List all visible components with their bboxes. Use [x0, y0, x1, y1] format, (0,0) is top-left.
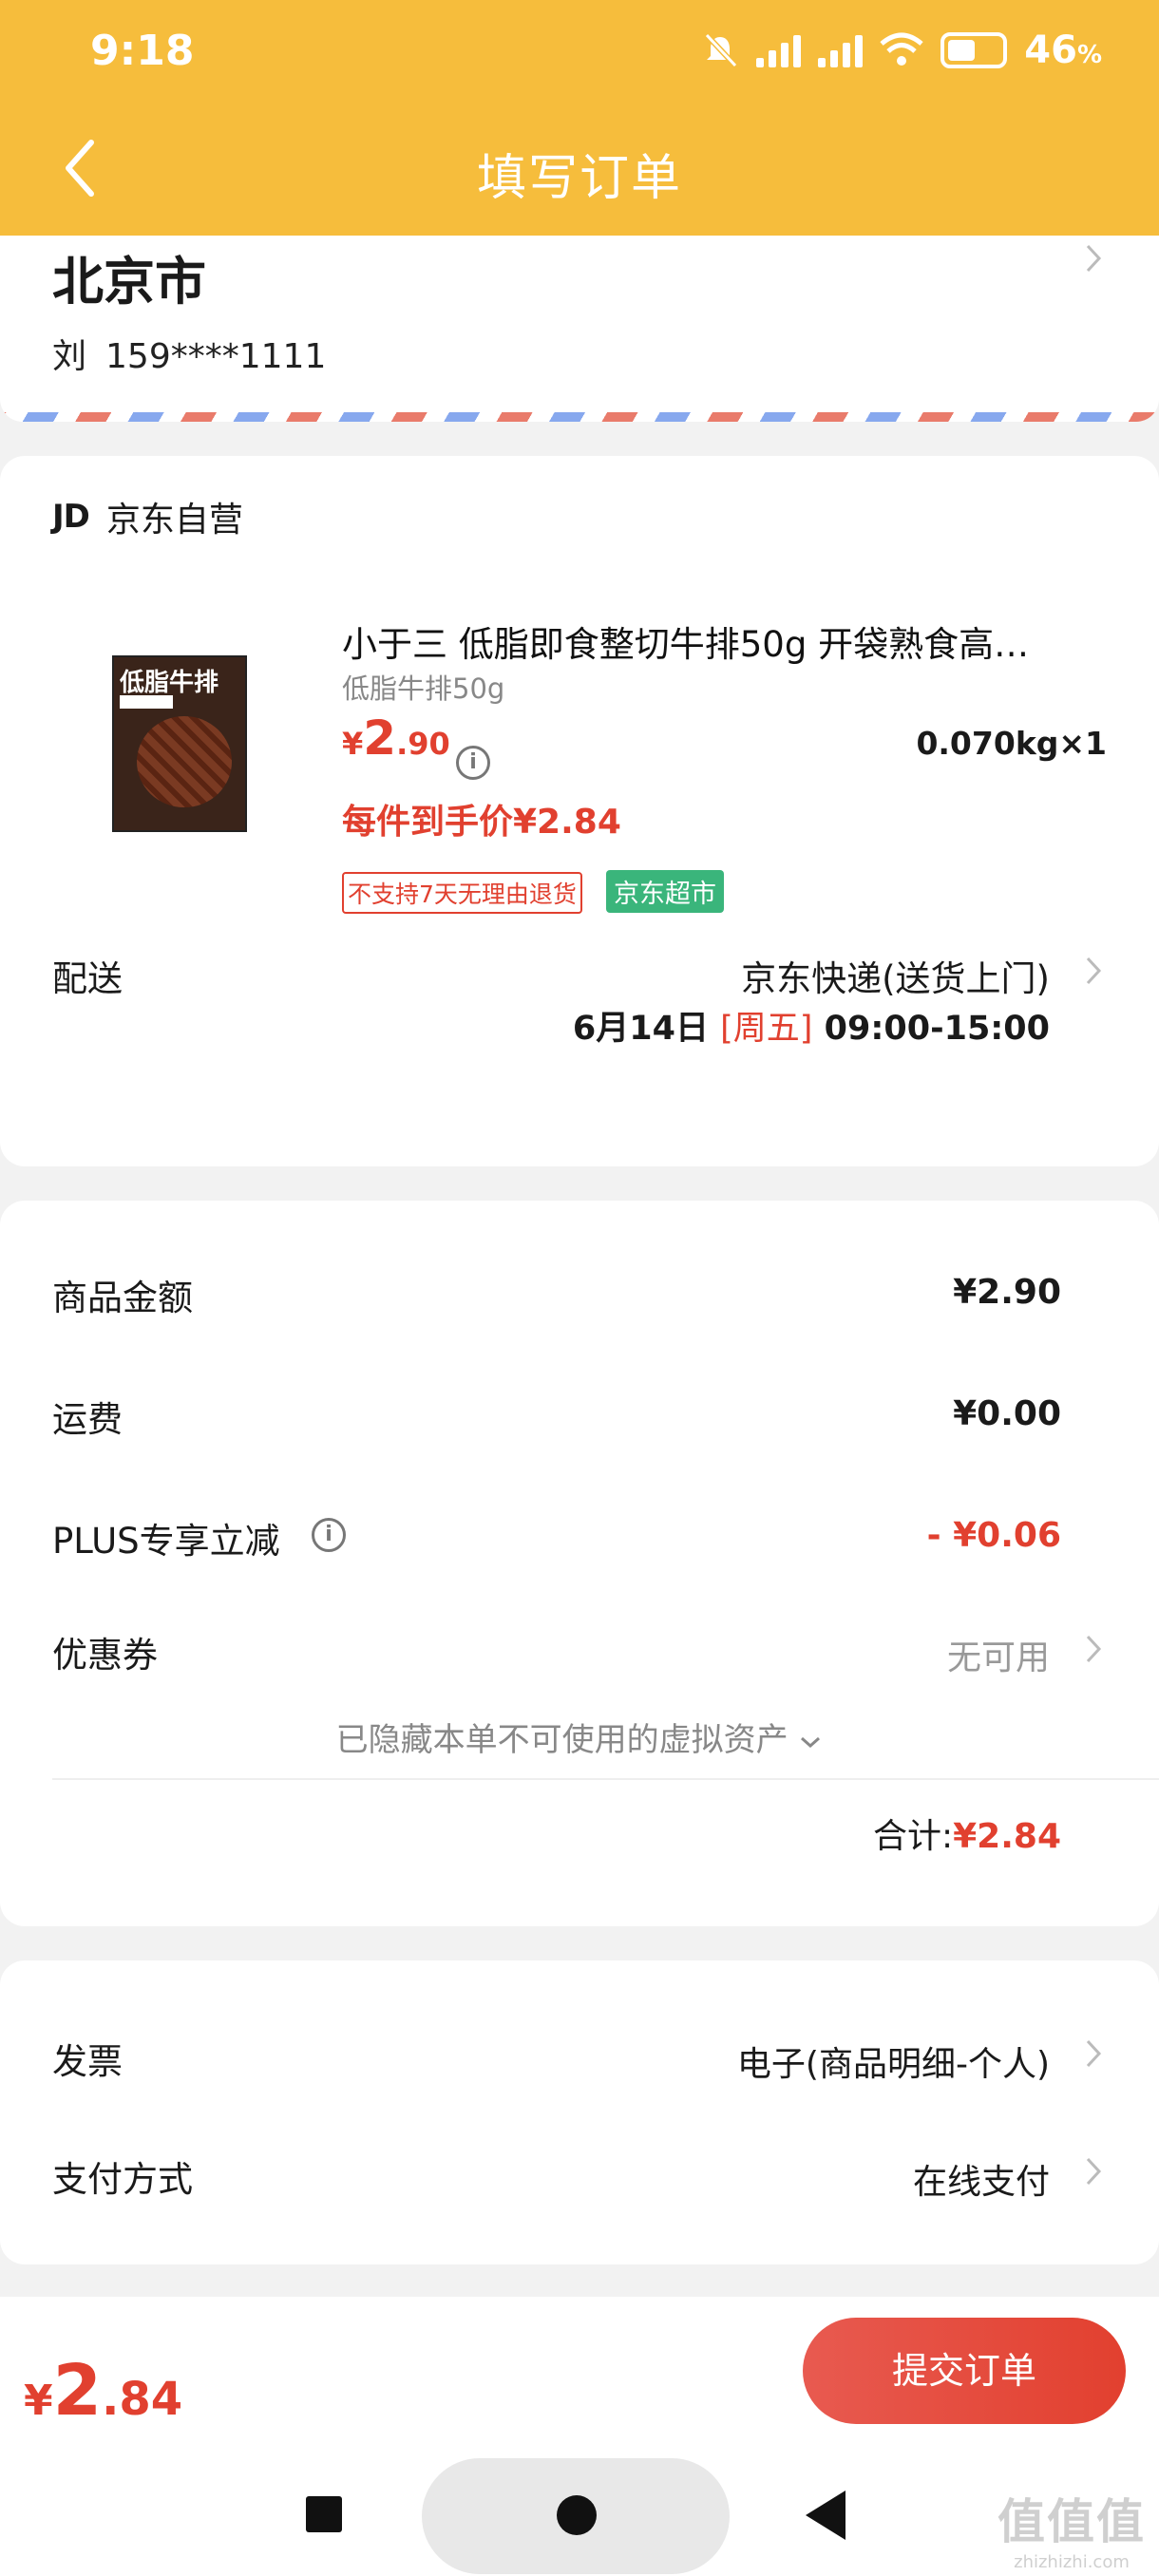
product-image[interactable]: 低脂牛排 [112, 655, 247, 832]
coupon-value: 无可用 [946, 1638, 1050, 1677]
wifi-icon [880, 32, 923, 66]
signal-icon-2 [818, 33, 864, 67]
chevron-right-icon [1083, 241, 1104, 275]
price-info-icon[interactable]: i [456, 746, 490, 780]
row-plus-discount: PLUS专享立减 i - ¥0.06 [0, 1512, 1159, 1579]
payment-chevron-icon [1083, 2154, 1104, 2188]
hand-price: 每件到手价¥2.84 [342, 803, 621, 842]
goods-amount-label: 商品金额 [52, 1278, 193, 1318]
home-button[interactable] [557, 2495, 597, 2535]
invoice-label: 发票 [52, 2041, 123, 2082]
delivery-chevron-icon [1083, 954, 1104, 988]
plus-discount-value: - ¥0.06 [926, 1516, 1061, 1555]
hidden-assets-toggle[interactable]: 已隐藏本单不可使用的虚拟资产 [0, 1714, 1159, 1760]
price-summary-card: 商品金额 ¥2.90 运费 ¥0.00 PLUS专享立减 i - ¥0.06 优… [0, 1201, 1159, 1926]
invoice-payment-card: 发票 电子(商品明细-个人) 支付方式 在线支付 [0, 1960, 1159, 2264]
system-back-button[interactable] [806, 2491, 846, 2540]
product-image-text: 低脂牛排 [120, 669, 219, 697]
shop-name: 京东自营 [105, 501, 243, 540]
row-goods-amount: 商品金额 ¥2.90 [0, 1269, 1159, 1335]
nav-bar: 填写订单 [0, 104, 1159, 236]
delivery-weekday: [周五] [720, 1010, 813, 1048]
watermark-main: 值值值 [998, 2494, 1146, 2549]
summary-divider [52, 1778, 1159, 1780]
product-title[interactable]: 小于三 低脂即食整切牛排50g 开袋熟食高… [342, 616, 1029, 667]
product-image-tag [120, 695, 173, 709]
delivery-window: 09:00-15:00 [824, 1010, 1050, 1048]
mute-icon [705, 32, 738, 68]
plus-info-icon[interactable]: i [312, 1518, 346, 1552]
invoice-value: 电子(商品明细-个人) [736, 2045, 1050, 2084]
battery-level: 46% [1024, 28, 1102, 72]
row-payment[interactable]: 支付方式 在线支付 [0, 2150, 1159, 2217]
contact-phone: 159****1111 [105, 337, 327, 376]
watermark: 值值值 zhizhizhi.com [998, 2484, 1146, 2572]
jd-logo: JD [52, 498, 90, 536]
total-label: 合计: [872, 1817, 954, 1856]
submit-order-button[interactable]: 提交订单 [803, 2318, 1126, 2424]
watermark-sub: zhizhizhi.com [1014, 2552, 1130, 2572]
status-bar: 9:18 46% [0, 0, 1159, 104]
product-price: ¥2.90 [342, 710, 450, 766]
recents-button[interactable] [306, 2496, 342, 2532]
address-card[interactable]: 北京市 刘 159****1111 [0, 236, 1159, 422]
product-weight-qty: 0.070kg×1 [916, 725, 1107, 762]
signal-icon [756, 33, 802, 67]
payment-value: 在线支付 [912, 2163, 1050, 2202]
coupon-label: 优惠券 [52, 1635, 158, 1676]
delivery-label: 配送 [52, 958, 123, 999]
shipping-label: 运费 [52, 1399, 123, 1440]
order-total: 合计:¥2.84 [873, 1809, 1061, 1858]
product-spec: 低脂牛排50g [342, 672, 505, 705]
coupon-chevron-icon [1083, 1632, 1104, 1666]
goods-amount-value: ¥2.90 [953, 1273, 1061, 1312]
store-badge: 京东超市 [606, 870, 724, 913]
product-image-steak [137, 716, 232, 807]
address-contact: 刘 159****1111 [52, 329, 326, 378]
total-value: ¥2.84 [953, 1817, 1061, 1856]
row-shipping: 运费 ¥0.00 [0, 1391, 1159, 1457]
shop-header: JD 京东自营 [52, 492, 243, 541]
hidden-assets-text: 已隐藏本单不可使用的虚拟资产 [335, 1721, 788, 1759]
status-icons: 46% [701, 28, 1102, 72]
delivery-time: 6月14日 [周五] 09:00-15:00 [573, 1001, 1050, 1050]
page-title: 填写订单 [476, 150, 682, 207]
row-invoice[interactable]: 发票 电子(商品明细-个人) [0, 2033, 1159, 2099]
system-nav-bar: 值值值 zhizhizhi.com [0, 2439, 1159, 2576]
product-card: JD 京东自营 低脂牛排 小于三 低脂即食整切牛排50g 开袋熟食高… 低脂牛排… [0, 456, 1159, 1166]
invoice-chevron-icon [1083, 2036, 1104, 2071]
chevron-down-icon [801, 1736, 821, 1749]
checkout-bar: ¥2.84 提交订单 值值值 zhizhizhi.com [0, 2297, 1159, 2576]
delivery-method[interactable]: 京东快递(送货上门) [741, 950, 1050, 1001]
return-policy-badge: 不支持7天无理由退货 [342, 872, 582, 914]
status-time: 9:18 [90, 27, 195, 75]
payment-label: 支付方式 [52, 2159, 193, 2200]
plus-discount-label: PLUS专享立减 [52, 1521, 280, 1562]
battery-icon [940, 32, 1008, 68]
delivery-date: 6月14日 [572, 1010, 709, 1048]
app-header: 9:18 46% 填写订单 [0, 0, 1159, 236]
contact-name: 刘 [52, 337, 87, 376]
address-city: 北京市 [52, 252, 206, 312]
shipping-value: ¥0.00 [953, 1394, 1061, 1433]
checkout-price: ¥2.84 [24, 2350, 183, 2432]
row-coupon[interactable]: 优惠券 无可用 [0, 1626, 1159, 1693]
airmail-border [0, 412, 1159, 422]
